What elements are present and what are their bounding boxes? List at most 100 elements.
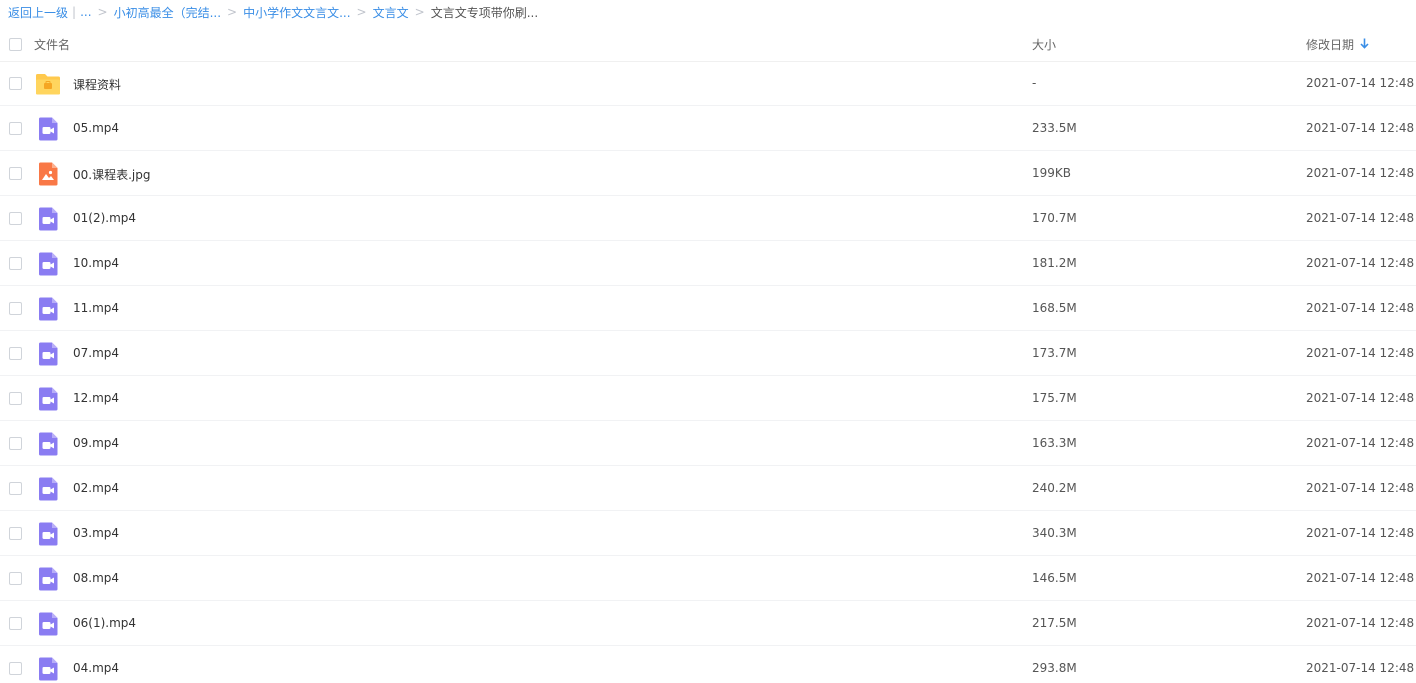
file-modified-date: 2021-07-14 12:48 bbox=[1306, 256, 1415, 270]
video-file-icon bbox=[35, 431, 61, 457]
file-row[interactable]: 03.mp4 340.3M 2021-07-14 12:48 bbox=[0, 511, 1416, 556]
row-checkbox[interactable] bbox=[9, 437, 22, 450]
file-size: 173.7M bbox=[1032, 346, 1077, 360]
file-modified-date: 2021-07-14 12:48 bbox=[1306, 121, 1415, 135]
file-name[interactable]: 07.mp4 bbox=[73, 346, 119, 360]
file-row[interactable]: 12.mp4 175.7M 2021-07-14 12:48 bbox=[0, 376, 1416, 421]
file-name[interactable]: 10.mp4 bbox=[73, 256, 119, 270]
file-name[interactable]: 11.mp4 bbox=[73, 301, 119, 315]
file-size: 199KB bbox=[1032, 166, 1072, 180]
breadcrumb-current: 文言文专项带你刷... bbox=[430, 5, 539, 20]
row-checkbox[interactable] bbox=[9, 77, 22, 90]
file-name[interactable]: 06(1).mp4 bbox=[73, 616, 136, 630]
file-row[interactable]: 05.mp4 233.5M 2021-07-14 12:48 bbox=[0, 106, 1416, 151]
breadcrumb-separator: > bbox=[356, 5, 367, 19]
file-name[interactable]: 课程资料 bbox=[73, 76, 121, 93]
file-name[interactable]: 12.mp4 bbox=[73, 391, 119, 405]
breadcrumb-item-2[interactable]: 中小学作文文言文... bbox=[243, 4, 350, 21]
file-size: 170.7M bbox=[1032, 211, 1077, 225]
file-size: 240.2M bbox=[1032, 481, 1077, 495]
file-row[interactable]: 10.mp4 181.2M 2021-07-14 12:48 bbox=[0, 241, 1416, 286]
video-file-icon bbox=[35, 521, 61, 547]
file-modified-date: 2021-07-14 12:48 bbox=[1306, 571, 1415, 585]
file-modified-date: 2021-07-14 12:48 bbox=[1306, 301, 1415, 315]
file-size: 181.2M bbox=[1032, 256, 1077, 270]
file-modified-date: 2021-07-14 12:48 bbox=[1306, 526, 1415, 540]
file-modified-date: 2021-07-14 12:48 bbox=[1306, 391, 1415, 405]
breadcrumb-separator: > bbox=[97, 5, 108, 19]
file-name[interactable]: 05.mp4 bbox=[73, 121, 119, 135]
file-row[interactable]: 02.mp4 240.2M 2021-07-14 12:48 bbox=[0, 466, 1416, 511]
file-size: 168.5M bbox=[1032, 301, 1077, 315]
file-row[interactable]: 00.课程表.jpg 199KB 2021-07-14 12:48 bbox=[0, 151, 1416, 196]
file-name[interactable]: 01(2).mp4 bbox=[73, 211, 136, 225]
breadcrumb-ellipsis[interactable]: ... bbox=[80, 5, 91, 19]
folder-icon bbox=[35, 71, 61, 97]
file-name[interactable]: 04.mp4 bbox=[73, 661, 119, 675]
image-file-icon bbox=[35, 161, 61, 187]
breadcrumb-item-1[interactable]: 小初高最全（完结... bbox=[114, 4, 221, 21]
file-size: 163.3M bbox=[1032, 436, 1077, 450]
file-name[interactable]: 08.mp4 bbox=[73, 571, 119, 585]
file-size: 233.5M bbox=[1032, 121, 1077, 135]
breadcrumb-separator: > bbox=[227, 5, 238, 19]
video-file-icon bbox=[35, 386, 61, 412]
file-size: 175.7M bbox=[1032, 391, 1077, 405]
column-header-name[interactable]: 文件名 bbox=[34, 36, 70, 53]
video-file-icon bbox=[35, 206, 61, 232]
file-row[interactable]: 01(2).mp4 170.7M 2021-07-14 12:48 bbox=[0, 196, 1416, 241]
file-size: 293.8M bbox=[1032, 661, 1077, 675]
row-checkbox[interactable] bbox=[9, 482, 22, 495]
file-size: 217.5M bbox=[1032, 616, 1077, 630]
video-file-icon bbox=[35, 116, 61, 142]
file-list: 课程资料 - 2021-07-14 12:48 05.mp4 233.5M 2021-0… bbox=[0, 61, 1416, 683]
file-modified-date: 2021-07-14 12:48 bbox=[1306, 346, 1415, 360]
column-header-date[interactable]: 修改日期 bbox=[1306, 36, 1354, 53]
file-row[interactable]: 04.mp4 293.8M 2021-07-14 12:48 bbox=[0, 646, 1416, 683]
row-checkbox[interactable] bbox=[9, 167, 22, 180]
file-modified-date: 2021-07-14 12:48 bbox=[1306, 76, 1415, 90]
sort-descending-icon[interactable] bbox=[1360, 38, 1369, 49]
row-checkbox[interactable] bbox=[9, 347, 22, 360]
file-modified-date: 2021-07-14 12:48 bbox=[1306, 436, 1415, 450]
breadcrumb-item-3[interactable]: 文言文 bbox=[373, 4, 409, 21]
row-checkbox[interactable] bbox=[9, 662, 22, 675]
breadcrumb: 返回上一级 | ... > 小初高最全（完结... > 中小学作文文言文... … bbox=[8, 4, 538, 20]
file-list-header: 文件名 大小 修改日期 bbox=[0, 26, 1416, 62]
file-row[interactable]: 07.mp4 173.7M 2021-07-14 12:48 bbox=[0, 331, 1416, 376]
video-file-icon bbox=[35, 341, 61, 367]
file-row[interactable]: 06(1).mp4 217.5M 2021-07-14 12:48 bbox=[0, 601, 1416, 646]
video-file-icon bbox=[35, 251, 61, 277]
row-checkbox[interactable] bbox=[9, 572, 22, 585]
file-modified-date: 2021-07-14 12:48 bbox=[1306, 481, 1415, 495]
video-file-icon bbox=[35, 656, 61, 682]
row-checkbox[interactable] bbox=[9, 122, 22, 135]
file-modified-date: 2021-07-14 12:48 bbox=[1306, 166, 1415, 180]
row-checkbox[interactable] bbox=[9, 617, 22, 630]
video-file-icon bbox=[35, 566, 61, 592]
file-modified-date: 2021-07-14 12:48 bbox=[1306, 616, 1415, 630]
file-name[interactable]: 09.mp4 bbox=[73, 436, 119, 450]
row-checkbox[interactable] bbox=[9, 527, 22, 540]
row-checkbox[interactable] bbox=[9, 392, 22, 405]
video-file-icon bbox=[35, 296, 61, 322]
file-name[interactable]: 00.课程表.jpg bbox=[73, 166, 150, 183]
video-file-icon bbox=[35, 611, 61, 637]
row-checkbox[interactable] bbox=[9, 212, 22, 225]
file-name[interactable]: 03.mp4 bbox=[73, 526, 119, 540]
file-row[interactable]: 课程资料 - 2021-07-14 12:48 bbox=[0, 61, 1416, 106]
file-row[interactable]: 11.mp4 168.5M 2021-07-14 12:48 bbox=[0, 286, 1416, 331]
column-header-size[interactable]: 大小 bbox=[1032, 36, 1056, 53]
video-file-icon bbox=[35, 476, 61, 502]
back-link[interactable]: 返回上一级 bbox=[8, 4, 68, 21]
breadcrumb-divider: | bbox=[72, 5, 77, 19]
row-checkbox[interactable] bbox=[9, 302, 22, 315]
file-name[interactable]: 02.mp4 bbox=[73, 481, 119, 495]
select-all-checkbox[interactable] bbox=[9, 38, 22, 51]
file-row[interactable]: 09.mp4 163.3M 2021-07-14 12:48 bbox=[0, 421, 1416, 466]
file-row[interactable]: 08.mp4 146.5M 2021-07-14 12:48 bbox=[0, 556, 1416, 601]
row-checkbox[interactable] bbox=[9, 257, 22, 270]
file-size: 340.3M bbox=[1032, 526, 1077, 540]
file-modified-date: 2021-07-14 12:48 bbox=[1306, 661, 1415, 675]
breadcrumb-separator: > bbox=[414, 5, 425, 19]
